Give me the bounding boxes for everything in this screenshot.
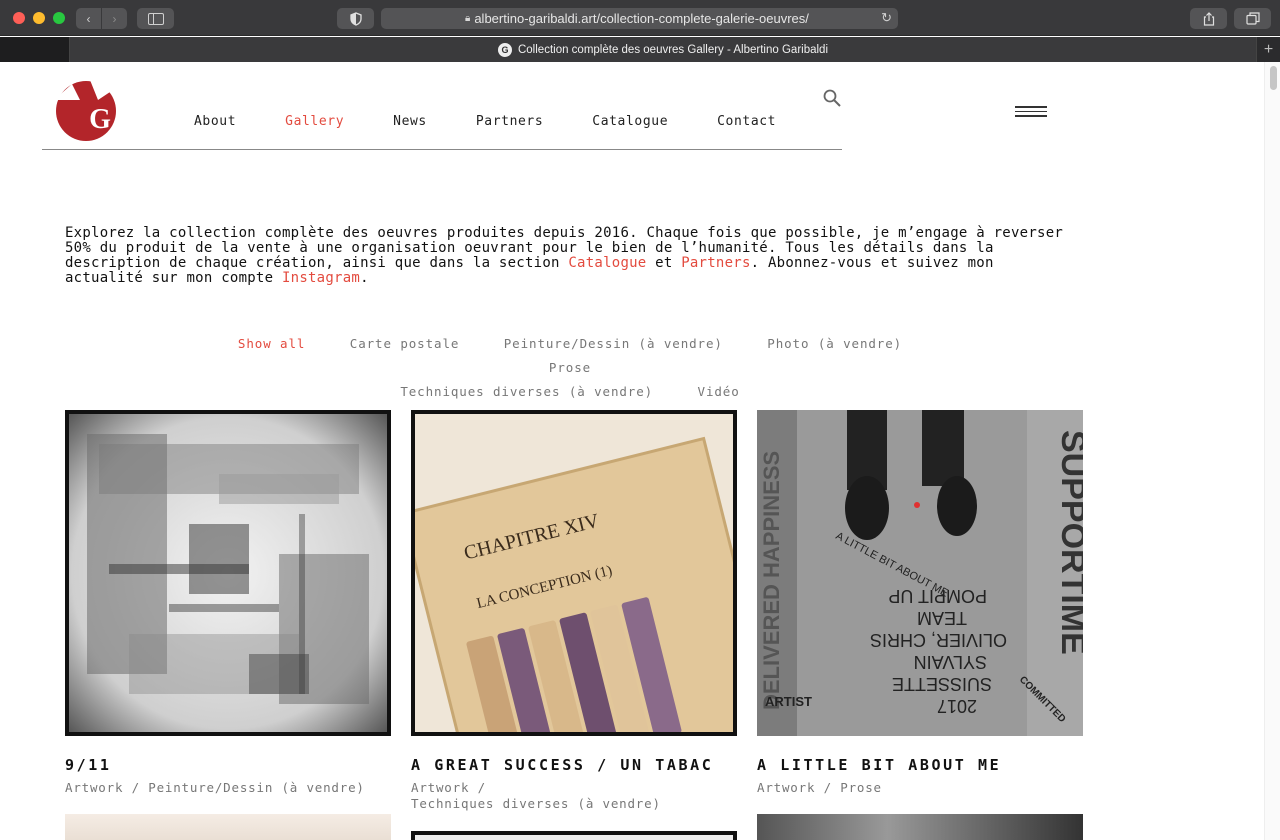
window-minimize-button[interactable] — [33, 12, 45, 24]
nav-gallery[interactable]: Gallery — [285, 114, 344, 129]
nav-news[interactable]: News — [393, 114, 427, 129]
gallery-card: CHAPITRE XIV LA CONCEPTION (1) A GREAT S… — [411, 410, 737, 812]
gallery-card: 9/11 Artwork / Peinture/Dessin (à vendre… — [65, 410, 391, 796]
side-text: DELIVERED HAPPINESS — [759, 451, 784, 710]
sidebar-icon — [147, 12, 164, 25]
tabs-icon — [1245, 12, 1260, 25]
tab-title: Collection complète des oeuvres Gallery … — [517, 43, 828, 56]
filter-photo[interactable]: Photo (à vendre) — [767, 336, 902, 351]
artwork-category-link[interactable]: Techniques diverses (à vendre) — [411, 796, 661, 811]
menu-icon[interactable] — [1015, 106, 1047, 120]
tab-stub[interactable] — [0, 37, 70, 62]
floor-text: TEAM — [917, 608, 967, 628]
chevron-right-icon: › — [112, 11, 117, 26]
nav-contact[interactable]: Contact — [717, 114, 776, 129]
window-zoom-button[interactable] — [53, 12, 65, 24]
plus-icon: + — [1263, 40, 1274, 58]
artwork-thumbnail[interactable]: CHAPITRE XIV LA CONCEPTION (1) — [411, 410, 737, 736]
artwork-title[interactable]: A LITTLE BIT ABOUT ME — [757, 756, 1083, 774]
artwork-image: SUPPORTIME DELIVERED HAPPINESS A LITTLE … — [757, 410, 1083, 736]
intro-text: et — [646, 255, 682, 271]
tab-bar: G Collection complète des oeuvres Galler… — [0, 37, 1280, 62]
artist-text: ARTIST — [765, 694, 812, 709]
web-page: G About Gallery News Partners Catalogue … — [0, 62, 1264, 840]
tab-active[interactable]: G Collection complète des oeuvres Galler… — [70, 37, 1256, 62]
artwork-categories: Artwork / Techniques diverses (à vendre) — [411, 780, 737, 812]
nav-partners[interactable]: Partners — [476, 114, 543, 129]
scrollbar-thumb[interactable] — [1270, 66, 1277, 90]
supportime-text: SUPPORTIME — [1054, 430, 1083, 655]
gallery-card: SUPPORTIME DELIVERED HAPPINESS A LITTLE … — [757, 410, 1083, 796]
shield-icon — [349, 11, 362, 26]
floor-text: POMPIT UP — [888, 586, 987, 606]
lock-icon: 🔒︎ — [465, 13, 471, 24]
artwork-thumbnail[interactable] — [411, 831, 737, 840]
filter-prose[interactable]: Prose — [549, 360, 591, 375]
url-text: albertino-garibaldi.art/collection-compl… — [474, 11, 809, 26]
filter-video[interactable]: Vidéo — [698, 384, 740, 399]
floor-text: OLIVIER, CHRIS — [870, 630, 1007, 650]
page-scrollbar[interactable] — [1264, 62, 1280, 840]
artwork-category-link[interactable]: Artwork / Peinture/Dessin (à vendre) — [65, 780, 365, 795]
chevron-left-icon: ‹ — [86, 11, 91, 26]
tab-overview-button[interactable] — [1234, 8, 1271, 29]
logo-icon: G — [54, 80, 116, 141]
catalogue-link[interactable]: Catalogue — [568, 255, 646, 271]
category-filters: Show all Carte postale Peinture/Dessin (… — [190, 332, 950, 404]
main-navigation: About Gallery News Partners Catalogue Co… — [194, 114, 825, 129]
artwork-thumbnail[interactable] — [65, 410, 391, 736]
filter-carte-postale[interactable]: Carte postale — [350, 336, 460, 351]
artwork-categories: Artwork / Peinture/Dessin (à vendre) — [65, 780, 391, 796]
artwork-image: CHAPITRE XIV LA CONCEPTION (1) — [415, 414, 733, 732]
back-button[interactable]: ‹ — [76, 8, 101, 29]
share-button[interactable] — [1190, 8, 1227, 29]
search-icon[interactable] — [822, 88, 842, 108]
privacy-report-button[interactable] — [337, 8, 374, 29]
artwork-categories: Artwork / Prose — [757, 780, 1083, 796]
filter-peinture-dessin[interactable]: Peinture/Dessin (à vendre) — [504, 336, 723, 351]
logo-letter: G — [89, 104, 111, 135]
intro-text: . — [360, 270, 369, 286]
artwork-title[interactable]: 9/11 — [65, 756, 391, 774]
artwork-thumbnail[interactable]: SUPPORTIME DELIVERED HAPPINESS A LITTLE … — [757, 410, 1083, 736]
reload-icon[interactable]: ↻ — [881, 10, 892, 26]
nav-about[interactable]: About — [194, 114, 236, 129]
address-bar[interactable]: 🔒︎ albertino-garibaldi.art/collection-co… — [381, 8, 898, 29]
artwork-category-link[interactable]: Artwork / Prose — [757, 780, 882, 795]
instagram-link[interactable]: Instagram — [282, 270, 360, 286]
artwork-category-link[interactable]: Artwork / — [411, 780, 486, 795]
artwork-thumbnail[interactable] — [757, 814, 1083, 840]
window-close-button[interactable] — [13, 12, 25, 24]
floor-text: 2017 — [937, 696, 977, 716]
artwork-title[interactable]: A GREAT SUCCESS / UN TABAC — [411, 756, 737, 774]
header-divider — [42, 149, 842, 150]
filter-techniques-diverses[interactable]: Techniques diverses (à vendre) — [400, 384, 653, 399]
favicon-icon: G — [497, 42, 512, 57]
artwork-thumbnail[interactable] — [65, 814, 391, 840]
floor-text: SYLVAIN — [914, 652, 987, 672]
partners-link[interactable]: Partners — [681, 255, 750, 271]
forward-button[interactable]: › — [102, 8, 127, 29]
share-icon — [1203, 11, 1214, 26]
artwork-image — [69, 414, 387, 732]
browser-toolbar: ‹ › 🔒︎ albertino-garibaldi.art/collectio… — [0, 0, 1280, 36]
sidebar-toggle-button[interactable] — [137, 8, 174, 29]
site-logo[interactable]: G — [54, 78, 120, 142]
intro-paragraph: Explorez la collection complète des oeuv… — [65, 226, 1075, 286]
nav-catalogue[interactable]: Catalogue — [592, 114, 668, 129]
floor-text: SUISSETTE — [892, 674, 992, 694]
filter-show-all[interactable]: Show all — [238, 336, 305, 351]
new-tab-button[interactable]: + — [1256, 37, 1280, 62]
